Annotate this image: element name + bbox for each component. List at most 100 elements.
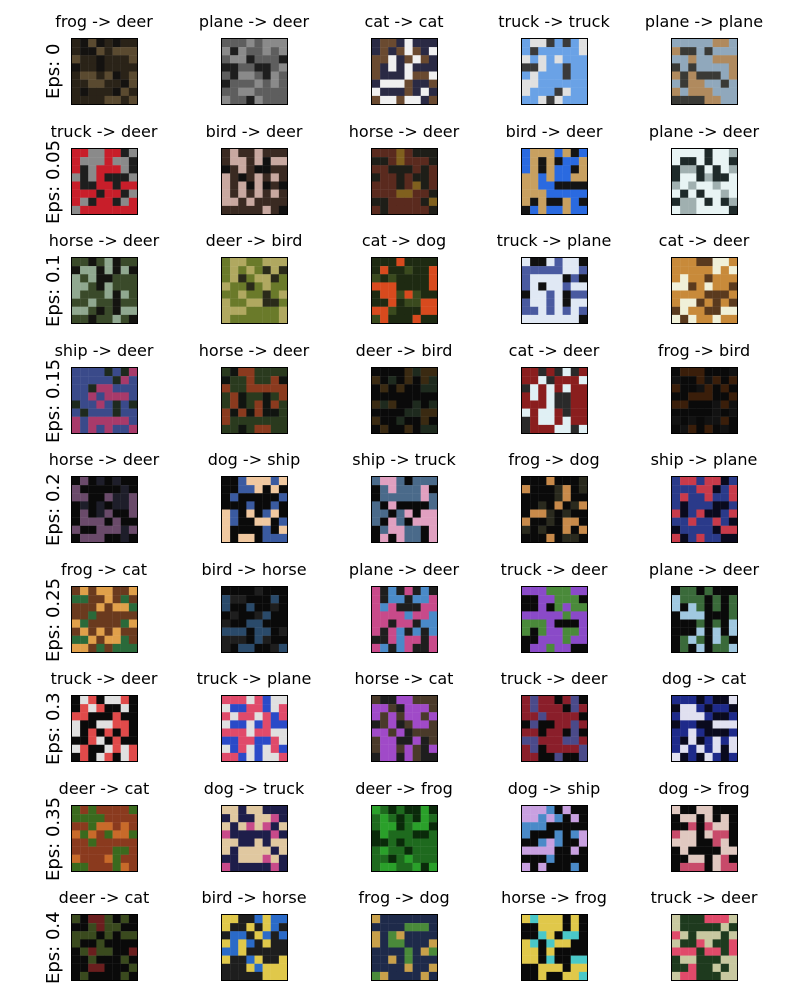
pixel	[695, 47, 705, 56]
pixel	[720, 79, 729, 88]
pixel	[545, 39, 555, 48]
pixel	[671, 63, 680, 72]
pixel	[554, 627, 563, 636]
pixel	[728, 854, 737, 864]
pixel	[270, 408, 279, 417]
pixel	[521, 595, 530, 604]
image-title: horse -> frog	[501, 888, 607, 907]
pixel	[529, 416, 538, 426]
pixel	[712, 477, 721, 486]
image-title: frog -> dog	[358, 888, 450, 907]
pixel	[237, 736, 247, 745]
pixel	[379, 408, 388, 417]
pixel	[128, 416, 137, 426]
pixel	[521, 627, 530, 636]
pixel	[695, 587, 705, 596]
pixel	[128, 376, 137, 385]
pixel	[570, 197, 579, 207]
image-pixels	[371, 368, 437, 433]
pixel	[245, 165, 255, 174]
pixel	[112, 197, 121, 207]
pixel	[387, 314, 397, 323]
pixel	[128, 47, 137, 56]
pixel	[404, 157, 413, 166]
pixel	[221, 197, 230, 207]
pixel	[671, 533, 680, 542]
pixel	[120, 408, 129, 417]
pixel	[687, 368, 697, 377]
pixel	[387, 205, 397, 214]
pixel	[278, 611, 287, 620]
pixel	[578, 298, 587, 307]
pixel	[687, 424, 697, 433]
pixel	[671, 838, 680, 847]
pixel	[245, 830, 255, 839]
pixel	[679, 408, 688, 417]
pixel	[570, 533, 579, 542]
image-pixels	[371, 915, 437, 980]
pixel	[687, 611, 697, 620]
pixel	[221, 400, 230, 409]
pixel	[404, 298, 413, 307]
pixel	[728, 258, 737, 267]
pixel	[104, 611, 113, 620]
pixel	[420, 822, 429, 831]
pixel	[728, 205, 737, 214]
pixel	[104, 862, 113, 871]
pixel	[79, 627, 88, 636]
pixel	[578, 587, 587, 596]
pixel	[278, 947, 287, 956]
pixel	[221, 643, 230, 652]
pixel	[112, 87, 121, 97]
pixel	[428, 931, 437, 940]
pixel	[728, 971, 737, 980]
pixel	[221, 627, 230, 636]
pixel	[529, 846, 538, 855]
pixel	[395, 258, 405, 267]
pixel	[521, 643, 530, 652]
pixel	[79, 55, 88, 64]
pixel	[104, 71, 113, 80]
pixel	[71, 752, 80, 761]
pixel	[679, 643, 688, 652]
pixel	[537, 587, 547, 596]
pixel	[521, 822, 530, 831]
pixel	[229, 955, 238, 964]
pixel	[578, 939, 587, 948]
pixel	[420, 47, 429, 56]
pixel	[695, 400, 705, 409]
pixel	[404, 822, 413, 831]
pixel	[720, 165, 729, 174]
pixel	[679, 501, 688, 510]
pixel	[578, 752, 587, 761]
pixel	[412, 728, 421, 737]
pixel	[687, 854, 697, 864]
pixel	[270, 635, 279, 645]
pixel	[237, 149, 247, 158]
pixel	[221, 704, 230, 713]
pixel	[387, 290, 397, 299]
pixel	[245, 931, 255, 940]
pixel	[671, 79, 680, 88]
pixel	[221, 854, 230, 864]
pixel	[545, 533, 555, 542]
pixel	[521, 424, 530, 433]
pixel	[687, 627, 697, 636]
pixel	[71, 55, 80, 64]
pixel	[521, 955, 530, 964]
pixel	[379, 744, 388, 754]
pixel	[104, 189, 113, 198]
pixel	[254, 517, 263, 526]
pixel	[570, 744, 579, 754]
pixel	[404, 806, 413, 815]
pixel	[720, 181, 729, 190]
pixel	[229, 696, 238, 705]
pixel	[529, 822, 538, 831]
image-title: ship -> plane	[650, 450, 758, 469]
pixel	[379, 525, 388, 535]
pixel	[245, 963, 255, 973]
pixel	[428, 595, 437, 604]
pixel	[278, 728, 287, 737]
pixel	[521, 728, 530, 737]
pixel	[704, 63, 713, 72]
